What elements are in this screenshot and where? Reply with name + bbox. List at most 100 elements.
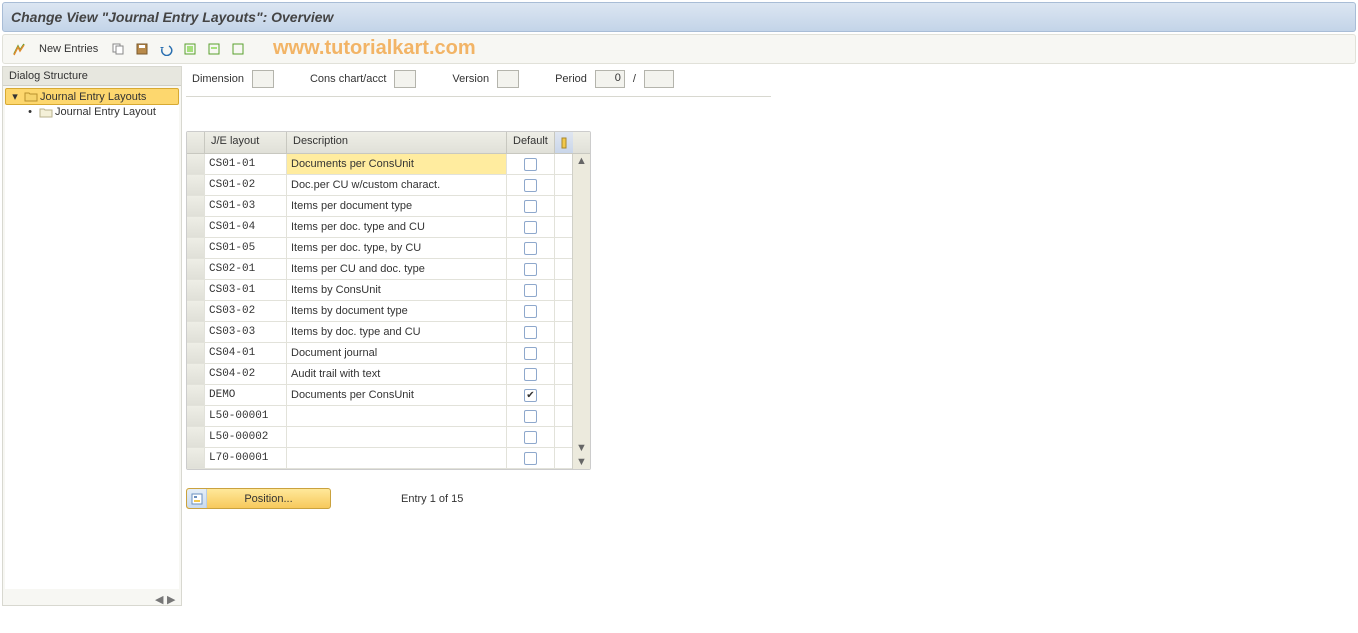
table-row[interactable]: CS02-01Items per CU and doc. type [187, 259, 572, 280]
row-selector[interactable] [187, 280, 205, 300]
cell-default[interactable] [507, 154, 555, 174]
save-icon[interactable] [132, 39, 152, 59]
cell-default[interactable] [507, 217, 555, 237]
row-selector[interactable] [187, 217, 205, 237]
table-row[interactable]: CS01-02Doc.per CU w/custom charact. [187, 175, 572, 196]
cell-description[interactable]: Items per doc. type and CU [287, 217, 507, 237]
cell-layout[interactable]: CS03-03 [205, 322, 287, 342]
cell-description[interactable]: Items by ConsUnit [287, 280, 507, 300]
default-checkbox[interactable]: ✔ [524, 389, 537, 402]
col-header-layout[interactable]: J/E layout [205, 132, 287, 153]
cell-layout[interactable]: CS01-01 [205, 154, 287, 174]
cell-default[interactable] [507, 448, 555, 468]
table-row[interactable]: L50-00002 [187, 427, 572, 448]
default-checkbox[interactable] [524, 242, 537, 255]
cell-description[interactable]: Documents per ConsUnit [287, 154, 507, 174]
cell-layout[interactable]: CS01-02 [205, 175, 287, 195]
table-row[interactable]: CS01-01Documents per ConsUnit [187, 154, 572, 175]
table-row[interactable]: CS01-04Items per doc. type and CU [187, 217, 572, 238]
cell-default[interactable] [507, 322, 555, 342]
cell-default[interactable] [507, 343, 555, 363]
cell-description[interactable]: Items per doc. type, by CU [287, 238, 507, 258]
cell-layout[interactable]: CS03-02 [205, 301, 287, 321]
default-checkbox[interactable] [524, 347, 537, 360]
cell-default[interactable] [507, 175, 555, 195]
cell-description[interactable]: Audit trail with text [287, 364, 507, 384]
scrollbar-track[interactable] [573, 168, 590, 441]
table-row[interactable]: CS01-03Items per document type [187, 196, 572, 217]
col-header-default[interactable]: Default [507, 132, 555, 153]
cell-default[interactable] [507, 427, 555, 447]
cell-description[interactable] [287, 448, 507, 468]
default-checkbox[interactable] [524, 452, 537, 465]
cell-layout[interactable]: L50-00002 [205, 427, 287, 447]
tree-item-journal-entry-layouts[interactable]: ▾ Journal Entry Layouts [5, 88, 179, 105]
cell-default[interactable] [507, 406, 555, 426]
scroll-down-icon[interactable]: ▼ [573, 441, 590, 455]
row-selector[interactable] [187, 259, 205, 279]
position-button[interactable]: Position... [186, 488, 331, 509]
cell-layout[interactable]: CS01-04 [205, 217, 287, 237]
table-row[interactable]: CS03-02Items by document type [187, 301, 572, 322]
cell-layout[interactable]: CS01-05 [205, 238, 287, 258]
table-row[interactable]: CS04-02Audit trail with text [187, 364, 572, 385]
cell-default[interactable] [507, 238, 555, 258]
select-block-icon[interactable] [204, 39, 224, 59]
row-selector[interactable] [187, 364, 205, 384]
table-row[interactable]: DEMODocuments per ConsUnit ✔ [187, 385, 572, 406]
table-row[interactable]: CS04-01Document journal [187, 343, 572, 364]
cell-layout[interactable]: CS01-03 [205, 196, 287, 216]
cell-description[interactable]: Doc.per CU w/custom charact. [287, 175, 507, 195]
col-header-description[interactable]: Description [287, 132, 507, 153]
default-checkbox[interactable] [524, 179, 537, 192]
table-row[interactable]: L70-00001 [187, 448, 572, 469]
scroll-right-icon[interactable]: ▶ [167, 593, 177, 603]
cell-layout[interactable]: DEMO [205, 385, 287, 405]
table-row[interactable]: CS03-03Items by doc. type and CU [187, 322, 572, 343]
vertical-scrollbar[interactable]: ▲ ▼ ▼ [572, 154, 590, 469]
scroll-up-icon[interactable]: ▲ [573, 154, 590, 168]
expand-icon[interactable]: ▾ [8, 90, 22, 103]
cell-default[interactable]: ✔ [507, 385, 555, 405]
default-checkbox[interactable] [524, 410, 537, 423]
default-checkbox[interactable] [524, 200, 537, 213]
period-year-input[interactable] [644, 70, 674, 88]
cell-layout[interactable]: L70-00001 [205, 448, 287, 468]
table-row[interactable]: L50-00001 [187, 406, 572, 427]
cell-default[interactable] [507, 301, 555, 321]
deselect-all-icon[interactable] [228, 39, 248, 59]
row-selector[interactable] [187, 301, 205, 321]
row-selector[interactable] [187, 175, 205, 195]
default-checkbox[interactable] [524, 158, 537, 171]
toggle-icon[interactable] [9, 39, 29, 59]
cell-layout[interactable]: CS04-01 [205, 343, 287, 363]
cell-layout[interactable]: L50-00001 [205, 406, 287, 426]
default-checkbox[interactable] [524, 326, 537, 339]
version-input[interactable] [497, 70, 519, 88]
row-selector[interactable] [187, 196, 205, 216]
default-checkbox[interactable] [524, 221, 537, 234]
row-selector[interactable] [187, 238, 205, 258]
row-selector[interactable] [187, 406, 205, 426]
row-selector[interactable] [187, 427, 205, 447]
row-selector[interactable] [187, 385, 205, 405]
tree-item-journal-entry-layout[interactable]: • Journal Entry Layout [5, 105, 179, 119]
cell-layout[interactable]: CS03-01 [205, 280, 287, 300]
cons-chart-input[interactable] [394, 70, 416, 88]
row-selector[interactable] [187, 322, 205, 342]
default-checkbox[interactable] [524, 305, 537, 318]
default-checkbox[interactable] [524, 284, 537, 297]
row-selector[interactable] [187, 343, 205, 363]
cell-description[interactable] [287, 427, 507, 447]
table-row[interactable]: CS01-05Items per doc. type, by CU [187, 238, 572, 259]
cell-description[interactable]: Document journal [287, 343, 507, 363]
row-selector-header[interactable] [187, 132, 205, 153]
cell-default[interactable] [507, 259, 555, 279]
table-configure-icon[interactable] [555, 132, 573, 153]
undo-icon[interactable] [156, 39, 176, 59]
scroll-down-icon[interactable]: ▼ [573, 455, 590, 469]
cell-description[interactable]: Items per document type [287, 196, 507, 216]
table-row[interactable]: CS03-01Items by ConsUnit [187, 280, 572, 301]
cell-description[interactable]: Documents per ConsUnit [287, 385, 507, 405]
cell-default[interactable] [507, 196, 555, 216]
